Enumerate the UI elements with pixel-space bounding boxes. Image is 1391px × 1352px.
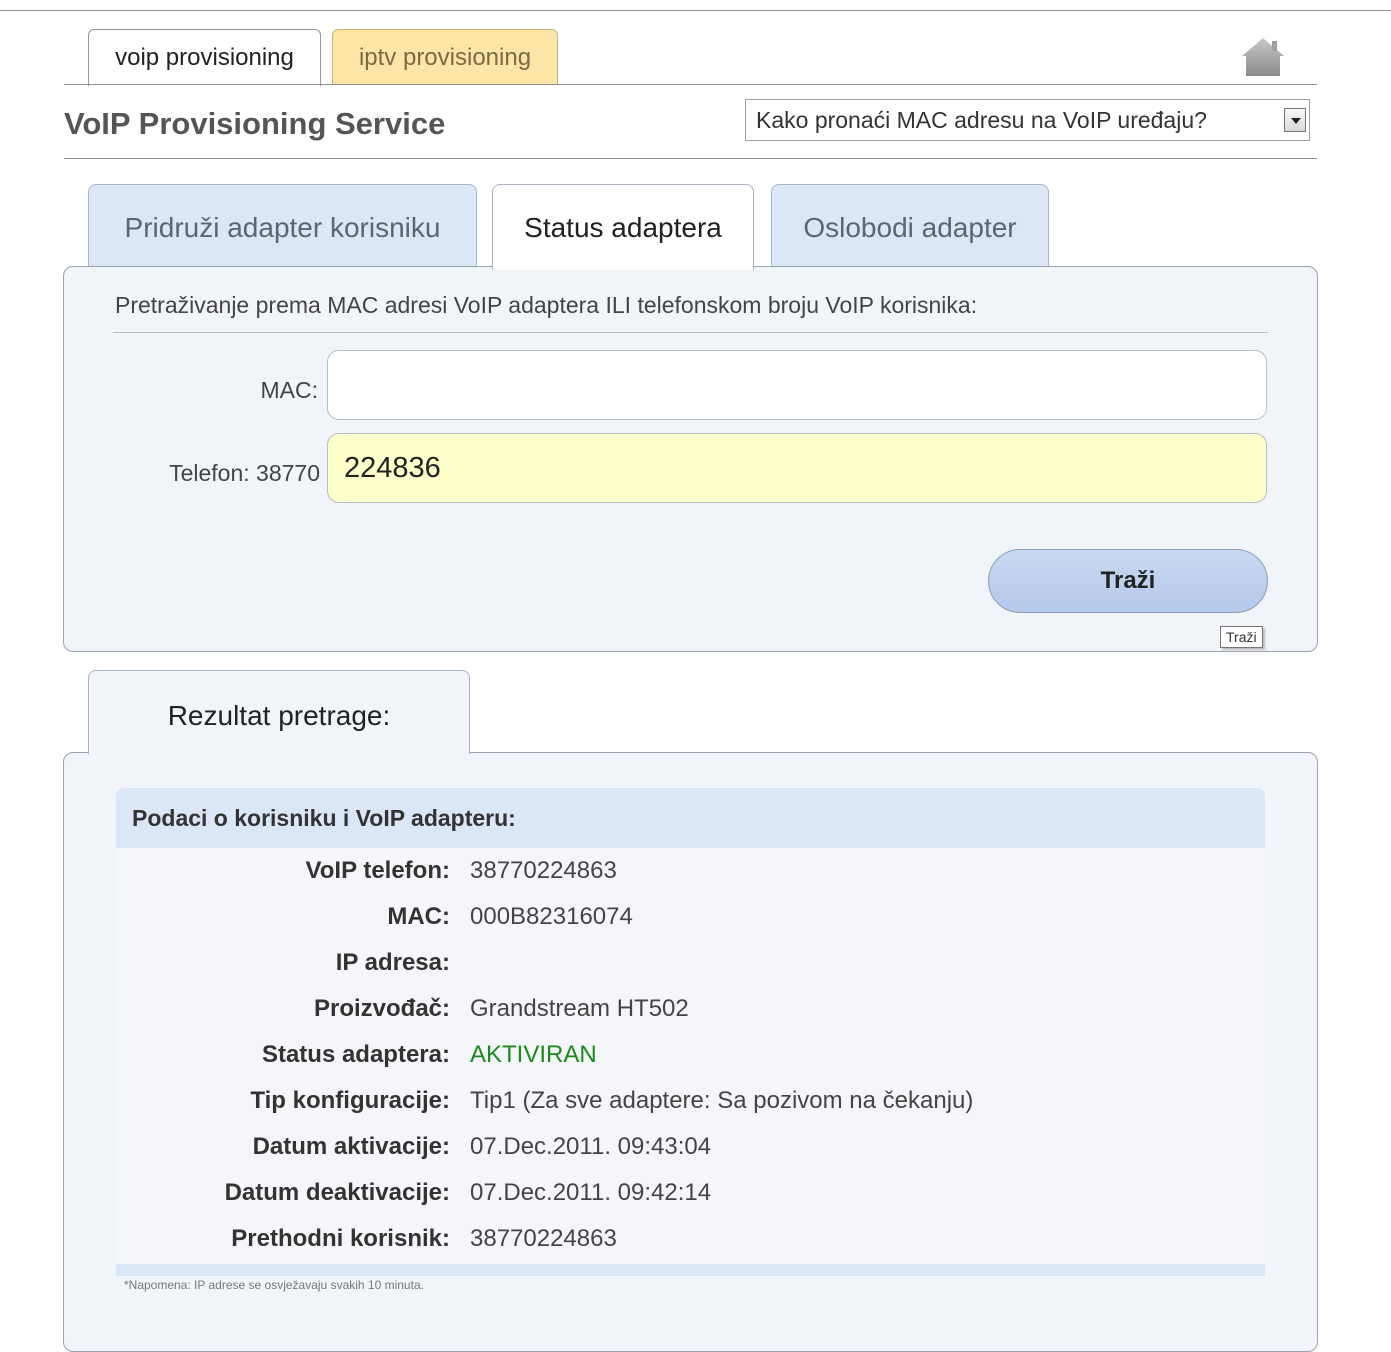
help-select-value: Kako pronaći MAC adresu na VoIP uređaju? [756,107,1207,133]
info-value: 38770224863 [470,857,617,884]
page-title: VoIP Provisioning Service [64,106,446,141]
chevron-down-icon[interactable] [1284,108,1306,132]
help-select[interactable]: Kako pronaći MAC adresu na VoIP uređaju? [745,99,1310,141]
phone-input[interactable] [327,433,1267,503]
info-key: IP adresa: [335,949,450,976]
info-key: Proizvođač: [313,995,450,1022]
info-key: Datum deaktivacije: [224,1179,450,1206]
info-value: Grandstream HT502 [470,995,689,1022]
mac-label: MAC: [260,377,319,403]
status-badge: AKTIVIRAN [470,1041,597,1068]
tab-pridruzi-adapter[interactable]: Pridruži adapter korisniku [88,184,477,268]
tab-iptv-provisioning[interactable]: iptv provisioning [332,29,558,85]
phone-label: Telefon: 38770 [169,460,320,486]
info-value: 000B82316074 [470,903,633,930]
info-value: 07.Dec.2011. 09:43:04 [470,1133,712,1160]
info-row-datum-deaktivacije: Datum deaktivacije: 07.Dec.2011. 09:42:1… [116,1170,1265,1216]
info-key: Datum aktivacije: [252,1133,450,1160]
home-icon[interactable] [1240,36,1286,78]
search-heading: Pretraživanje prema MAC adresi VoIP adap… [115,292,978,318]
info-key: Prethodni korisnik: [231,1225,450,1252]
info-row-status-adaptera: Status adaptera: AKTIVIRAN [116,1032,1265,1078]
tab-status-adaptera[interactable]: Status adaptera [492,184,754,270]
search-button[interactable]: Traži [988,549,1268,613]
search-divider [113,332,1268,333]
info-row-proizvodac: Proizvođač: Grandstream HT502 [116,986,1265,1032]
tab-oslobodi-adapter[interactable]: Oslobodi adapter [771,184,1049,268]
tab-voip-provisioning[interactable]: voip provisioning [88,29,321,86]
tab-rezultat-pretrage: Rezultat pretrage: [88,670,470,754]
info-row-voip-telefon: VoIP telefon: 38770224863 [116,848,1265,894]
info-key: MAC: [387,903,450,930]
info-row-prethodni-korisnik: Prethodni korisnik: 38770224863 [116,1216,1265,1262]
info-footer-bar [116,1264,1265,1276]
title-divider [64,158,1317,159]
info-value: 07.Dec.2011. 09:42:14 [470,1179,712,1206]
info-value: 38770224863 [470,1225,617,1252]
info-key: Status adaptera: [261,1041,450,1068]
top-border [0,10,1391,11]
info-row-datum-aktivacije: Datum aktivacije: 07.Dec.2011. 09:43:04 [116,1124,1265,1170]
info-row-tip-konfiguracije: Tip konfiguracije: Tip1 (Za sve adaptere… [116,1078,1265,1124]
ip-refresh-note: *Napomena: IP adrese se osvježavaju svak… [124,1278,424,1292]
info-key: Tip konfiguracije: [250,1087,450,1114]
search-tooltip: Traži [1220,626,1263,648]
info-value: Tip1 (Za sve adaptere: Sa pozivom na ček… [470,1087,974,1114]
info-heading: Podaci o korisniku i VoIP adapteru: [116,788,1265,848]
mac-input[interactable] [327,350,1267,420]
info-row-ip-adresa: IP adresa: [116,940,1265,986]
tabs-divider [64,84,1317,85]
info-key: VoIP telefon: [305,857,450,884]
info-row-mac: MAC: 000B82316074 [116,894,1265,940]
